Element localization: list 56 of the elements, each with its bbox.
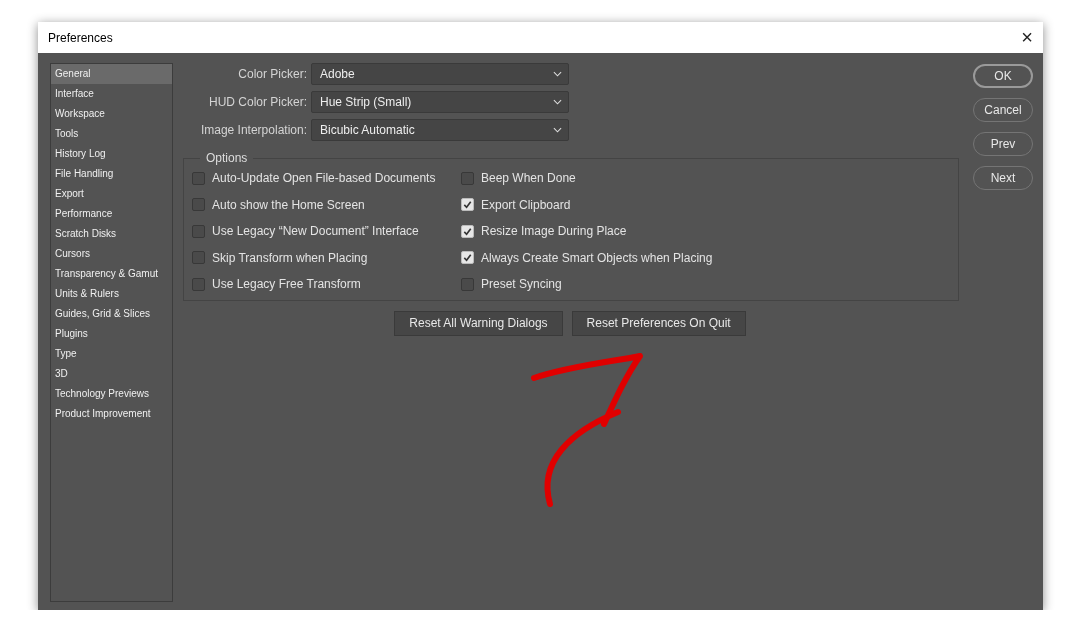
- dialog-button[interactable]: Prev: [973, 132, 1033, 156]
- checkbox-label: Use Legacy “New Document” Interface: [212, 224, 419, 239]
- sidebar-item[interactable]: Type: [51, 344, 172, 364]
- checkbox-label: Always Create Smart Objects when Placing: [481, 250, 713, 265]
- sidebar-item[interactable]: Product Improvement: [51, 404, 172, 424]
- checkbox-label: Skip Transform when Placing: [212, 250, 368, 265]
- dialog-button[interactable]: Next: [973, 166, 1033, 190]
- sidebar-item[interactable]: History Log: [51, 144, 172, 164]
- sidebar-item[interactable]: Interface: [51, 84, 172, 104]
- window-title: Preferences: [48, 30, 113, 45]
- group-title: Options: [205, 151, 249, 165]
- checkbox-label: Export Clipboard: [481, 197, 571, 212]
- sidebar-item[interactable]: Guides, Grid & Slices: [51, 304, 172, 324]
- sidebar-item[interactable]: 3D: [51, 364, 172, 384]
- chevron-down-icon: [553, 127, 562, 133]
- checkbox[interactable]: [461, 171, 474, 185]
- checkbox-label: Use Legacy Free Transform: [212, 277, 361, 292]
- sidebar-item[interactable]: Scratch Disks: [51, 224, 172, 244]
- sidebar-item[interactable]: File Handling: [51, 164, 172, 184]
- chevron-down-icon: [553, 71, 562, 77]
- dropdown[interactable]: Adobe: [311, 63, 569, 85]
- sidebar-item[interactable]: General: [51, 64, 172, 84]
- checkbox[interactable]: [192, 171, 205, 185]
- sidebar-item[interactable]: Technology Previews: [51, 384, 172, 404]
- checkbox[interactable]: [461, 198, 474, 212]
- chevron-down-icon: [553, 99, 562, 105]
- sidebar-item[interactable]: Tools: [51, 124, 172, 144]
- dropdown[interactable]: Hue Strip (Small): [311, 91, 569, 113]
- sidebar-item[interactable]: Export: [51, 184, 172, 204]
- checkbox[interactable]: [192, 224, 205, 238]
- sidebar-item[interactable]: Transparency & Gamut: [51, 264, 172, 284]
- field-label: HUD Color Picker:: [208, 95, 307, 109]
- checkbox-label: Preset Syncing: [481, 277, 562, 292]
- sidebar-item[interactable]: Units & Rulers: [51, 284, 172, 304]
- reset-button[interactable]: Reset Preferences On Quit: [571, 310, 746, 336]
- checkbox-label: Auto-Update Open File-based Documents: [212, 171, 436, 186]
- checkbox-label: Resize Image During Place: [481, 224, 627, 239]
- dialog-button[interactable]: OK: [973, 64, 1033, 88]
- checkbox[interactable]: [461, 224, 474, 238]
- sidebar-item[interactable]: Cursors: [51, 244, 172, 264]
- checkbox[interactable]: [192, 251, 205, 265]
- checkbox-label: Beep When Done: [481, 171, 576, 186]
- checkbox-label: Auto show the Home Screen: [212, 197, 365, 212]
- close-button[interactable]: ×: [1011, 22, 1043, 53]
- dropdown[interactable]: Bicubic Automatic: [311, 119, 569, 141]
- sidebar-item[interactable]: Plugins: [51, 324, 172, 344]
- checkbox[interactable]: [461, 251, 474, 265]
- reset-button[interactable]: Reset All Warning Dialogs: [394, 310, 563, 336]
- sidebar-item[interactable]: Workspace: [51, 104, 172, 124]
- field-label: Color Picker:: [237, 67, 307, 81]
- checkbox[interactable]: [192, 277, 205, 291]
- checkbox[interactable]: [192, 198, 205, 212]
- dialog-button[interactable]: Cancel: [973, 98, 1033, 122]
- checkbox[interactable]: [461, 277, 474, 291]
- field-label: Image Interpolation:: [199, 123, 307, 137]
- sidebar-item[interactable]: Performance: [51, 204, 172, 224]
